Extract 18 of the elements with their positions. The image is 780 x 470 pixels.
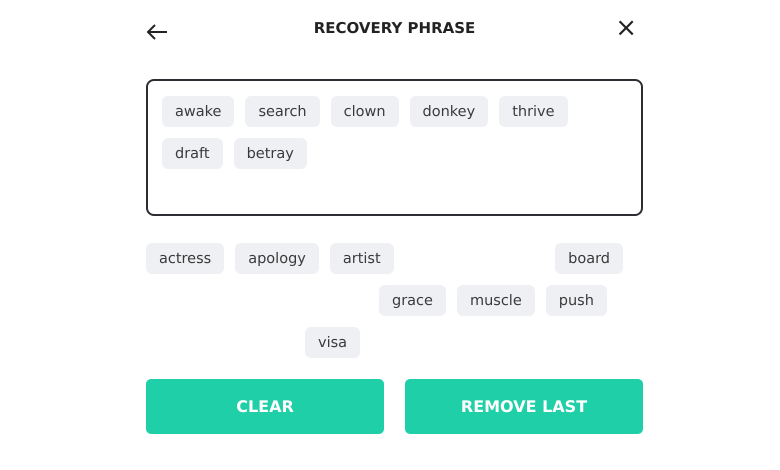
word-chip[interactable]: push [546,285,607,316]
word-chip[interactable]: grace [379,285,446,316]
word-chip[interactable]: awake [162,96,234,127]
screen-title: RECOVERY PHRASE [314,19,476,37]
word-chip[interactable]: betray [234,138,307,169]
word-chip[interactable]: search [245,96,320,127]
word-chip[interactable]: thrive [499,96,568,127]
word-chip[interactable]: draft [162,138,223,169]
word-chip[interactable]: donkey [410,96,488,127]
word-chip[interactable]: artist [330,243,394,274]
word-chip[interactable]: board [555,243,623,274]
word-chip[interactable]: clown [330,96,399,127]
word-chip[interactable]: actress [146,243,224,274]
word-chip[interactable]: muscle [456,285,535,316]
close-button[interactable]: × [615,15,637,41]
back-arrow-icon[interactable] [146,24,168,40]
word-chip[interactable]: visa [305,327,360,358]
word-chip[interactable]: apology [235,243,319,274]
